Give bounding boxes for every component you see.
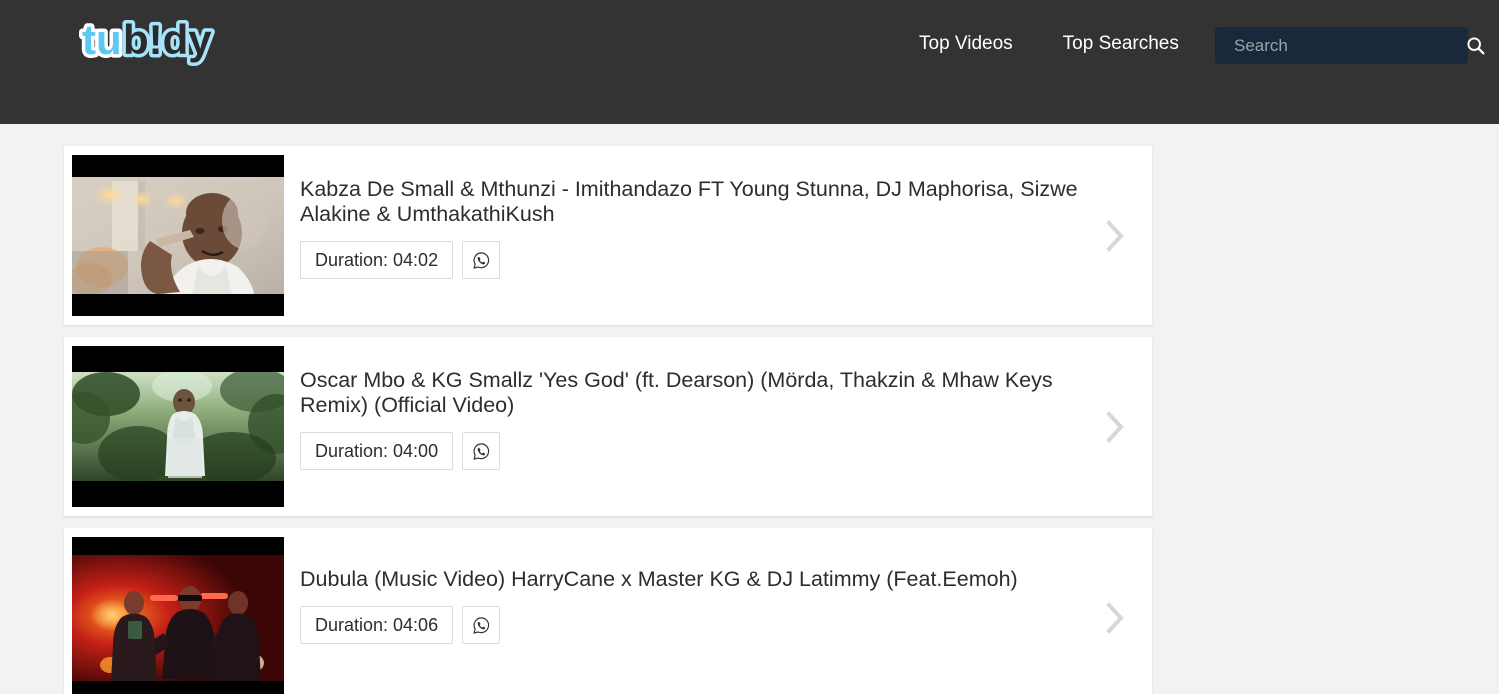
- nav-top-videos[interactable]: Top Videos: [905, 30, 1027, 58]
- thumbnail-image-3: [72, 537, 284, 694]
- search-input[interactable]: [1216, 28, 1465, 63]
- video-thumbnail-1[interactable]: [72, 155, 284, 316]
- results-list: Kabza De Small & Mthunzi - Imithandazo F…: [0, 124, 1499, 694]
- whatsapp-icon: [473, 442, 489, 460]
- whatsapp-icon: [473, 616, 489, 634]
- video-thumbnail-3[interactable]: [72, 537, 284, 694]
- duration-badge[interactable]: Duration: 04:00: [300, 432, 454, 470]
- site-header: tu b!dy tu b!dy Top Videos Top Searches: [0, 0, 1499, 124]
- result-title[interactable]: Dubula (Music Video) HarryCane x Master …: [300, 567, 1118, 592]
- duration-badge[interactable]: Duration: 04:02: [300, 241, 454, 279]
- result-meta: Duration: 04:00: [300, 432, 1152, 470]
- header-inner: tu b!dy tu b!dy Top Videos Top Searches: [0, 0, 1499, 124]
- search-submit-button[interactable]: [1465, 28, 1486, 63]
- result-title[interactable]: Kabza De Small & Mthunzi - Imithandazo F…: [300, 177, 1118, 227]
- tubidy-logo[interactable]: tu b!dy tu b!dy: [78, 14, 218, 70]
- search-icon: [1467, 37, 1485, 55]
- result-card[interactable]: Oscar Mbo & KG Smallz 'Yes God' (ft. Dea…: [64, 337, 1152, 516]
- logo-text-secondary: b!dy: [123, 17, 212, 63]
- result-body: Oscar Mbo & KG Smallz 'Yes God' (ft. Dea…: [284, 346, 1152, 470]
- video-thumbnail-2[interactable]: [72, 346, 284, 507]
- whatsapp-share-button[interactable]: [462, 241, 501, 279]
- result-card[interactable]: Kabza De Small & Mthunzi - Imithandazo F…: [64, 146, 1152, 325]
- whatsapp-share-button[interactable]: [462, 606, 501, 644]
- whatsapp-icon: [473, 251, 489, 269]
- logo-text-primary: tu: [82, 17, 122, 63]
- thumbnail-image-2: [72, 346, 284, 507]
- result-body: Kabza De Small & Mthunzi - Imithandazo F…: [284, 155, 1152, 279]
- duration-badge[interactable]: Duration: 04:06: [300, 606, 454, 644]
- result-body: Dubula (Music Video) HarryCane x Master …: [284, 537, 1152, 644]
- whatsapp-share-button[interactable]: [462, 432, 501, 470]
- tubidy-logo-mark: tu b!dy tu b!dy: [79, 17, 216, 67]
- search-box[interactable]: [1215, 27, 1485, 64]
- result-meta: Duration: 04:02: [300, 241, 1152, 279]
- thumbnail-image-1: [72, 155, 284, 316]
- main-nav: Top Videos Top Searches: [905, 30, 1193, 58]
- nav-top-searches[interactable]: Top Searches: [1049, 30, 1193, 58]
- result-meta: Duration: 04:06: [300, 606, 1152, 644]
- result-title[interactable]: Oscar Mbo & KG Smallz 'Yes God' (ft. Dea…: [300, 368, 1118, 418]
- result-card[interactable]: Dubula (Music Video) HarryCane x Master …: [64, 528, 1152, 694]
